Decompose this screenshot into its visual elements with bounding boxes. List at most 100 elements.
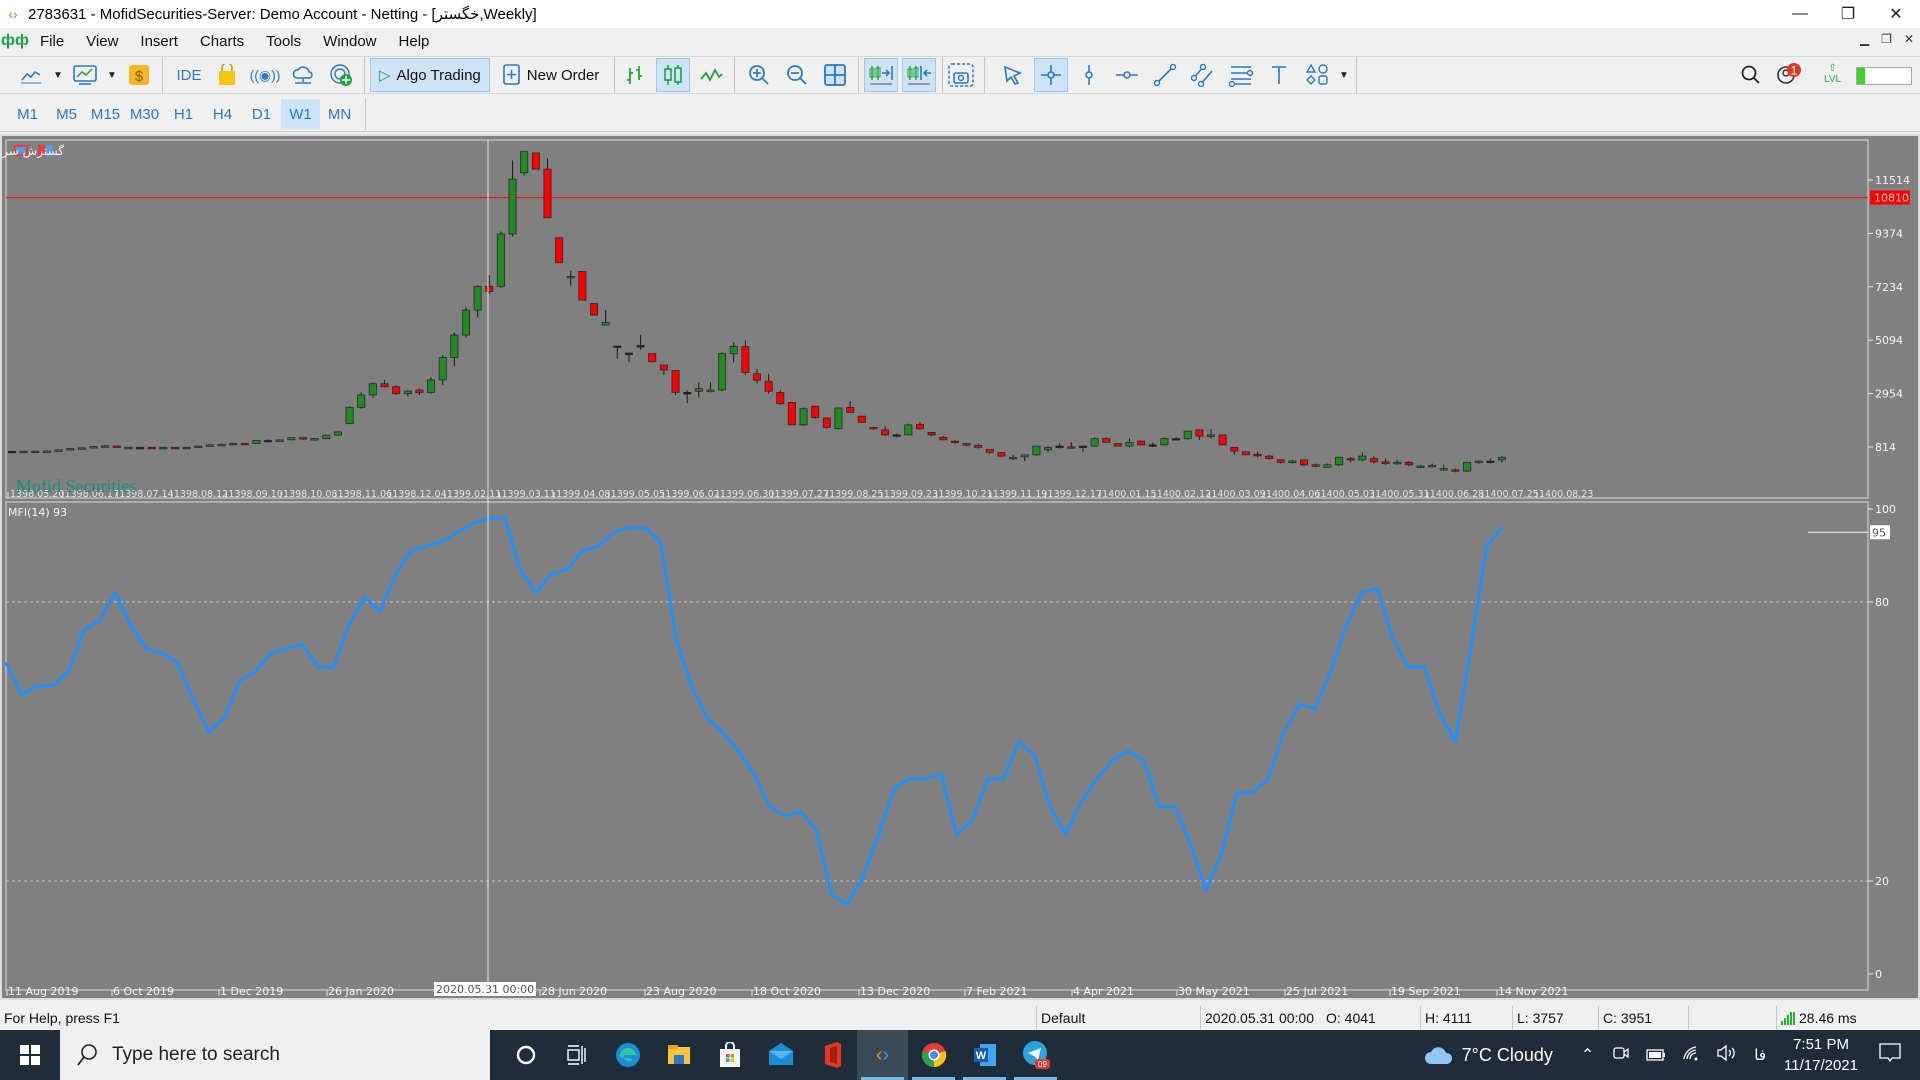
menu-tools[interactable]: Tools bbox=[256, 33, 313, 50]
new-chart-button[interactable] bbox=[14, 58, 48, 92]
tile-windows-button[interactable] bbox=[818, 58, 852, 92]
subscriptions-button[interactable] bbox=[324, 58, 358, 92]
word-button[interactable]: W bbox=[959, 1030, 1010, 1080]
candle-bear-body bbox=[1276, 459, 1285, 463]
bar-chart-button[interactable] bbox=[618, 58, 652, 92]
chart-shift-button[interactable] bbox=[902, 58, 936, 92]
candle-bull-body bbox=[1463, 461, 1472, 472]
candlestick-chart-button[interactable] bbox=[656, 58, 690, 92]
battery-icon[interactable] bbox=[1646, 1045, 1666, 1066]
candle-bull-body bbox=[264, 439, 273, 443]
taskbar-search-box[interactable]: Type here to search bbox=[60, 1030, 490, 1080]
menu-view[interactable]: View bbox=[76, 33, 130, 50]
price-tick-label: 5094 bbox=[1875, 334, 1903, 347]
cursor-button[interactable] bbox=[996, 58, 1030, 92]
candle-bull-body bbox=[1206, 434, 1215, 437]
input-language[interactable]: فا bbox=[1754, 1046, 1766, 1064]
shapes-button[interactable] bbox=[1300, 58, 1334, 92]
mdi-minimize-button[interactable]: ▁ bbox=[1860, 32, 1869, 46]
wifi-icon[interactable] bbox=[1682, 1045, 1700, 1066]
close-button[interactable]: ✕ bbox=[1872, 0, 1920, 28]
timeframe-m5[interactable]: M5 bbox=[47, 99, 86, 129]
vps-button[interactable] bbox=[286, 58, 320, 92]
timeframe-m15[interactable]: M15 bbox=[86, 99, 125, 129]
time-tick-label: 14 Nov 2021 bbox=[1498, 985, 1568, 998]
horizontal-line-button[interactable] bbox=[1110, 58, 1144, 92]
mdi-close-button[interactable]: ✕ bbox=[1904, 32, 1914, 46]
horizontal-line-icon bbox=[1116, 71, 1138, 79]
candle bbox=[671, 370, 680, 395]
timeframe-mn[interactable]: MN bbox=[320, 99, 359, 129]
candle bbox=[706, 382, 715, 393]
minimize-button[interactable]: — bbox=[1776, 0, 1824, 28]
telegram-button[interactable]: 09 bbox=[1010, 1030, 1061, 1080]
show-hidden-icons-button[interactable]: ⌃ bbox=[1581, 1045, 1594, 1065]
zoom-in-button[interactable] bbox=[742, 58, 776, 92]
timeframe-h1[interactable]: H1 bbox=[164, 99, 203, 129]
line-chart-button[interactable] bbox=[694, 58, 728, 92]
vertical-line-button[interactable] bbox=[1072, 58, 1106, 92]
action-center-button[interactable] bbox=[1878, 1042, 1902, 1069]
edge-browser-icon bbox=[615, 1043, 640, 1067]
trendline-button[interactable] bbox=[1148, 58, 1182, 92]
chart-canvas[interactable]: 814 2954 5094 7234 9374 11514 10810 0 20 80 100 95… bbox=[2, 136, 1918, 998]
channel-button[interactable] bbox=[1186, 58, 1220, 92]
microsoft-store-button[interactable] bbox=[704, 1030, 755, 1080]
office-button[interactable] bbox=[806, 1030, 857, 1080]
profiles-button[interactable] bbox=[68, 58, 102, 92]
profiles-dropdown[interactable]: ▼ bbox=[106, 58, 118, 92]
edge-button[interactable] bbox=[602, 1030, 653, 1080]
timeframe-d1[interactable]: D1 bbox=[242, 99, 281, 129]
mdi-restore-button[interactable]: ❐ bbox=[1881, 32, 1892, 46]
shapes-dropdown[interactable]: ▼ bbox=[1338, 58, 1350, 92]
timeframe-m30[interactable]: M30 bbox=[125, 99, 164, 129]
volume-icon[interactable] bbox=[1716, 1044, 1736, 1066]
menu-insert[interactable]: Insert bbox=[130, 33, 190, 50]
signals-button[interactable]: ((◉)) bbox=[248, 58, 282, 92]
candle bbox=[799, 407, 808, 427]
zoom-out-button[interactable] bbox=[780, 58, 814, 92]
candle bbox=[229, 442, 238, 446]
fibonacci-button[interactable] bbox=[1224, 58, 1258, 92]
menu-help[interactable]: Help bbox=[389, 33, 442, 50]
meet-now-icon[interactable] bbox=[1612, 1044, 1630, 1067]
metaeditor-button[interactable]: ‹› bbox=[857, 1030, 908, 1080]
candle-bull-body bbox=[1358, 455, 1367, 461]
level-indicator[interactable]: ⇧ LVL bbox=[1824, 63, 1841, 85]
cloud-icon bbox=[292, 66, 313, 84]
screenshot-button[interactable] bbox=[944, 58, 978, 92]
weather-widget[interactable]: 7°C Cloudy bbox=[1424, 1044, 1553, 1066]
autoscroll-button[interactable] bbox=[864, 58, 898, 92]
task-view-button[interactable] bbox=[551, 1030, 602, 1080]
zigzag-line-icon bbox=[700, 68, 723, 82]
new-order-button[interactable]: New Order bbox=[494, 58, 609, 92]
candle-bear-body bbox=[1451, 469, 1460, 472]
status-connection[interactable]: 28.46 ms bbox=[1776, 1006, 1920, 1030]
menu-file[interactable]: File bbox=[30, 33, 76, 50]
ide-button[interactable]: IDE bbox=[172, 58, 206, 92]
chrome-button[interactable] bbox=[908, 1030, 959, 1080]
menu-window[interactable]: Window bbox=[313, 33, 388, 50]
notifications-button[interactable]: 1 bbox=[1772, 58, 1806, 92]
timeframe-w1[interactable]: W1 bbox=[281, 99, 320, 129]
candle-bear-body bbox=[915, 423, 924, 430]
search-button[interactable] bbox=[1734, 58, 1768, 92]
text-button[interactable] bbox=[1262, 58, 1296, 92]
chart-window[interactable]: 814 2954 5094 7234 9374 11514 10810 0 20 80 100 95… bbox=[0, 134, 1920, 1000]
menu-charts[interactable]: Charts bbox=[190, 33, 256, 50]
timeframe-h4[interactable]: H4 bbox=[203, 99, 242, 129]
algo-trading-button[interactable]: ▷ Algo Trading bbox=[370, 58, 490, 92]
start-button[interactable] bbox=[0, 1030, 60, 1080]
restore-button[interactable]: ❐ bbox=[1824, 0, 1872, 28]
system-clock[interactable]: 7:51 PM 11/17/2021 bbox=[1784, 1034, 1858, 1076]
cortana-button[interactable] bbox=[500, 1030, 551, 1080]
new-chart-dropdown[interactable]: ▼ bbox=[52, 58, 64, 92]
crosshair-button[interactable] bbox=[1034, 58, 1068, 92]
timeframe-m1[interactable]: M1 bbox=[8, 99, 47, 129]
file-explorer-button[interactable] bbox=[653, 1030, 704, 1080]
candle bbox=[834, 407, 843, 430]
market-button[interactable]: $ bbox=[122, 58, 156, 92]
market-bag-button[interactable] bbox=[210, 58, 244, 92]
candle-bear-body bbox=[578, 271, 587, 301]
mail-button[interactable] bbox=[755, 1030, 806, 1080]
